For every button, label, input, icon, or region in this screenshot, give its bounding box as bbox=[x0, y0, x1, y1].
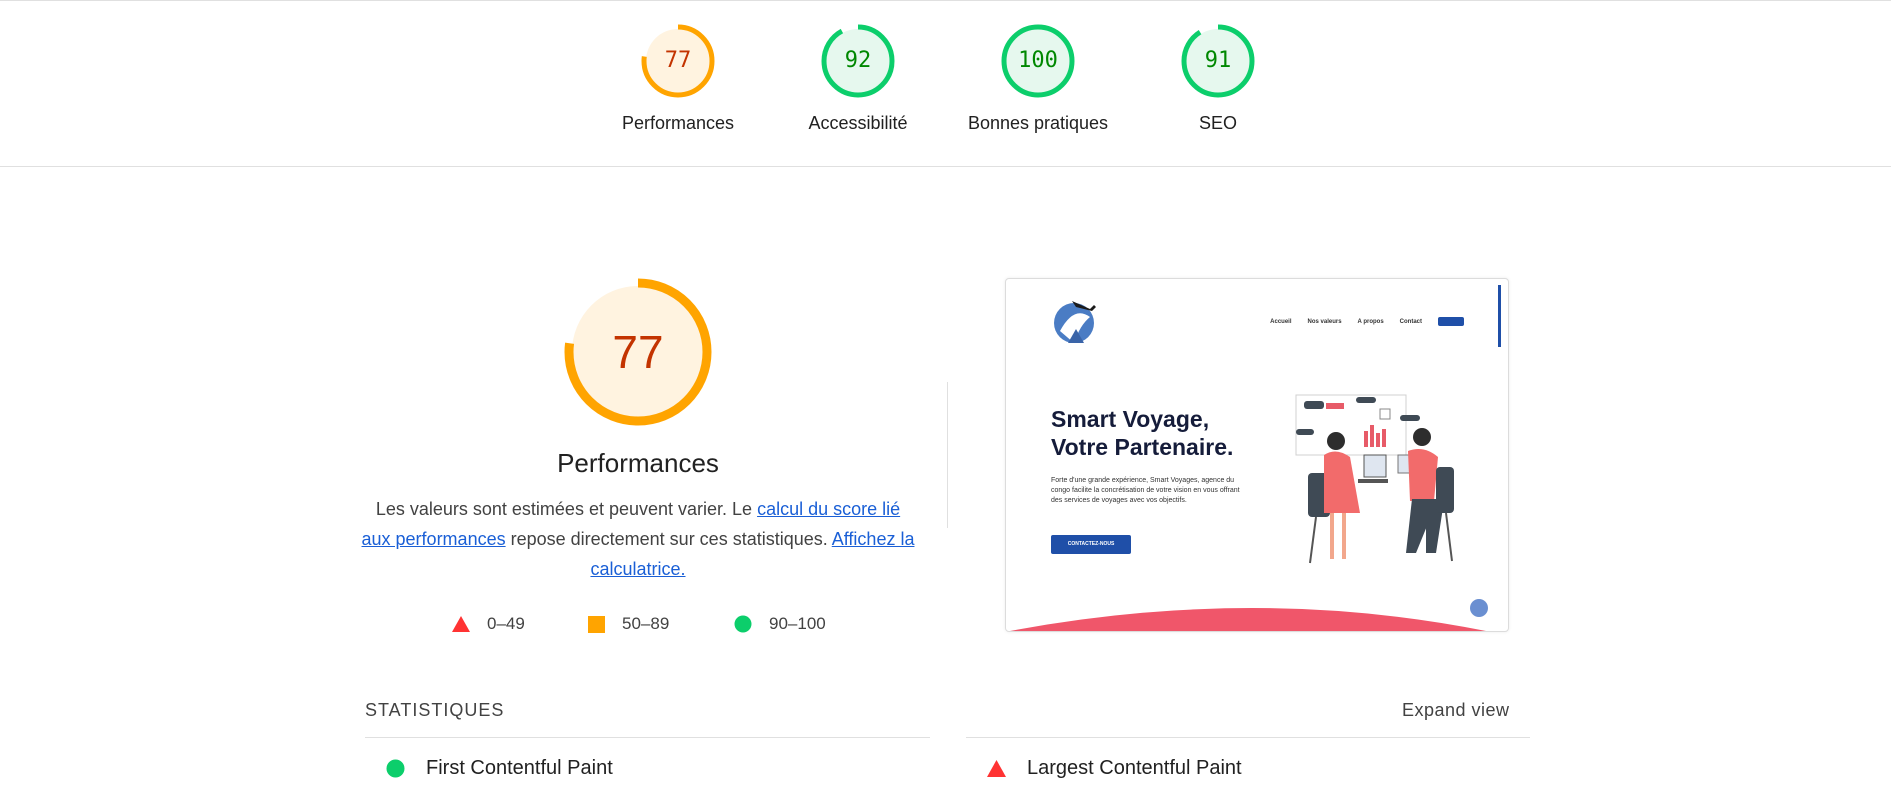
final-screenshot[interactable]: Accueil Nos valeurs A propos Contact Sma… bbox=[1005, 278, 1509, 632]
gauge-ring: 77 bbox=[564, 278, 712, 426]
legend-range: 50–89 bbox=[622, 614, 670, 633]
metric-label: First Contentful Paint bbox=[426, 757, 613, 779]
gauge-ring: 91 bbox=[1180, 23, 1256, 99]
section-divider bbox=[947, 382, 948, 528]
gauge-ring: 100 bbox=[1000, 23, 1076, 99]
gauge-label: SEO bbox=[1198, 113, 1237, 133]
triangle-icon bbox=[452, 616, 470, 632]
hero-title: Smart Voyage, Votre Partenaire. bbox=[1051, 405, 1271, 461]
screenshot-scrollbar bbox=[1498, 285, 1501, 347]
triangle-icon bbox=[987, 760, 1006, 777]
gauge-seo[interactable]: 91 SEO bbox=[1138, 23, 1298, 134]
wave-decoration bbox=[1010, 608, 1486, 631]
nav-item: A propos bbox=[1357, 318, 1384, 325]
legend-range: 0–49 bbox=[487, 614, 525, 633]
performance-title: Performances bbox=[557, 448, 719, 478]
metric-label: Largest Contentful Paint bbox=[1027, 757, 1242, 779]
hero-title-line: Smart Voyage, bbox=[1051, 406, 1210, 432]
gauge-label: Bonnes pratiques bbox=[967, 113, 1109, 133]
performance-score: 77 bbox=[612, 326, 664, 378]
metric-first-contentful-paint[interactable]: First Contentful Paint bbox=[386, 757, 613, 780]
gauge-score: 77 bbox=[664, 48, 692, 73]
expand-view-button[interactable]: Expand view bbox=[1402, 700, 1510, 721]
gauge-best-practices[interactable]: 100 Bonnes pratiques bbox=[958, 23, 1118, 134]
gauge-score: 100 bbox=[1018, 48, 1058, 73]
legend-pass: 90–100 bbox=[734, 614, 826, 634]
legend-fail: 0–49 bbox=[452, 614, 525, 634]
hero-cta-button: CONTACTEZ-NOUS bbox=[1051, 535, 1131, 554]
stats-divider bbox=[365, 737, 930, 738]
gauge-ring: 92 bbox=[820, 23, 896, 99]
gauge-accessibility[interactable]: 92 Accessibilité bbox=[778, 23, 938, 134]
gauge-label: Accessibilité bbox=[808, 113, 908, 133]
gauge-ring: 77 bbox=[640, 23, 716, 99]
performance-main-gauge: 77 bbox=[508, 278, 768, 426]
circle-icon bbox=[386, 759, 405, 778]
office-illustration bbox=[1295, 394, 1454, 564]
legend-range: 90–100 bbox=[769, 614, 826, 633]
gauge-label: Performances bbox=[621, 113, 735, 133]
site-logo-icon bbox=[1054, 301, 1096, 343]
nav-button bbox=[1438, 317, 1464, 326]
chat-badge-icon bbox=[1470, 599, 1488, 617]
category-summary-bar: 77 Performances 92 Accessibilité 100 Bon… bbox=[0, 0, 1891, 167]
screenshot-nav: Accueil Nos valeurs A propos Contact bbox=[1270, 317, 1464, 326]
nav-item: Nos valeurs bbox=[1307, 318, 1342, 325]
square-icon bbox=[588, 615, 605, 633]
nav-item: Accueil bbox=[1270, 318, 1292, 325]
performance-description: Les valeurs sont estimées et peuvent var… bbox=[360, 494, 916, 584]
gauge-score: 91 bbox=[1204, 48, 1232, 73]
legend-average: 50–89 bbox=[588, 614, 669, 634]
nav-item: Contact bbox=[1399, 318, 1422, 325]
description-text: repose directement sur ces statistiques. bbox=[505, 529, 832, 549]
gauge-score: 92 bbox=[844, 48, 872, 73]
description-text: Les valeurs sont estimées et peuvent var… bbox=[375, 499, 758, 519]
hero-title-line: Votre Partenaire. bbox=[1051, 434, 1234, 460]
statistics-heading: STATISTIQUES bbox=[365, 700, 505, 720]
hero-text: Forte d'une grande expérience, Smart Voy… bbox=[1051, 477, 1240, 504]
circle-icon bbox=[734, 615, 752, 633]
metric-largest-contentful-paint[interactable]: Largest Contentful Paint bbox=[987, 757, 1242, 780]
gauge-performance[interactable]: 77 Performances bbox=[598, 23, 758, 134]
stats-divider bbox=[966, 737, 1530, 738]
